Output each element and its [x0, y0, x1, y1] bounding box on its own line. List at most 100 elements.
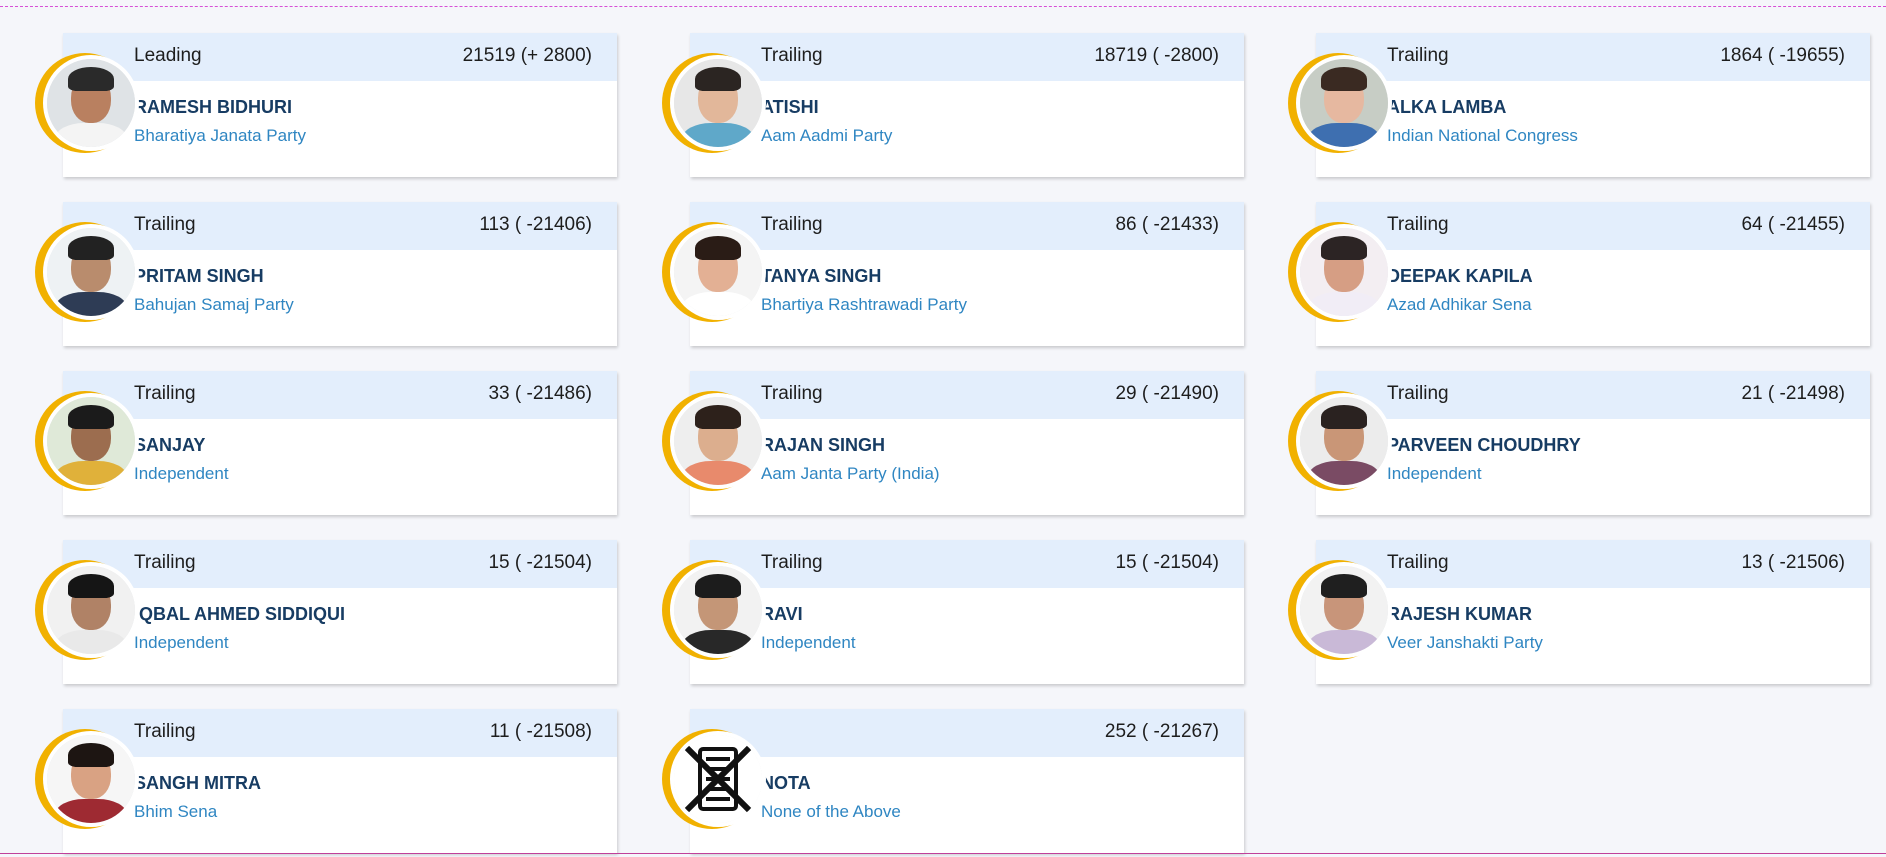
candidate-votes: 15 ( -21504) — [1115, 552, 1219, 573]
avatar-ring — [662, 53, 766, 153]
candidate-photo — [674, 735, 762, 823]
candidate-card-header: Trailing 86 ( -21433) — [690, 202, 1244, 250]
avatar-ring — [1288, 391, 1392, 491]
photo-hair — [1321, 236, 1367, 260]
candidate-votes: 21519 (+ 2800) — [462, 45, 592, 66]
candidate-card[interactable]: Trailing 11 ( -21508) SANGH MITRA Bhim S… — [18, 709, 638, 857]
photo-shoulders — [55, 630, 127, 654]
candidate-status: Trailing — [134, 214, 196, 235]
photo-shoulders — [55, 799, 127, 823]
candidate-avatar — [670, 224, 766, 320]
candidate-card[interactable]: Leading 21519 (+ 2800) RAMESH BIDHURI Bh… — [18, 33, 638, 181]
candidate-status: Leading — [134, 45, 202, 66]
candidate-status: Trailing — [134, 552, 196, 573]
candidate-photo — [47, 566, 135, 654]
candidate-status: Trailing — [1387, 45, 1449, 66]
avatar-ring — [1288, 222, 1392, 322]
candidate-photo — [1300, 59, 1388, 147]
candidate-card-header: Trailing 33 ( -21486) — [63, 371, 617, 419]
candidate-party[interactable]: Independent — [134, 464, 229, 484]
photo-hair — [1321, 67, 1367, 91]
candidate-card[interactable]: Trailing 15 ( -21504) IQBAL AHMED SIDDIQ… — [18, 540, 638, 688]
photo-hair — [695, 405, 741, 429]
candidate-votes: 29 ( -21490) — [1115, 383, 1219, 404]
candidate-card[interactable]: Trailing 18719 ( -2800) ATISHI Aam Aadmi… — [645, 33, 1265, 181]
candidate-avatar — [670, 55, 766, 151]
candidate-party[interactable]: Independent — [1387, 464, 1482, 484]
candidate-party[interactable]: Veer Janshakti Party — [1387, 633, 1543, 653]
photo-hair — [68, 405, 114, 429]
candidate-name[interactable]: IQBAL AHMED SIDDIQUI — [134, 604, 345, 625]
candidate-name[interactable]: PARVEEN CHOUDHRY — [1387, 435, 1581, 456]
candidate-party[interactable]: Independent — [134, 633, 229, 653]
candidate-card[interactable]: Trailing 15 ( -21504) RAVI Independent — [645, 540, 1265, 688]
candidate-party[interactable]: None of the Above — [761, 802, 901, 822]
photo-shoulders — [1308, 123, 1380, 147]
photo-hair — [68, 67, 114, 91]
candidate-card[interactable]: 252 ( -21267) NOTA None of the Above — [645, 709, 1265, 857]
candidate-name[interactable]: RAVI — [761, 604, 803, 625]
candidate-name[interactable]: RAJAN SINGH — [761, 435, 885, 456]
candidate-card[interactable]: Trailing 64 ( -21455) DEEPAK KAPILA Azad… — [1271, 202, 1886, 350]
candidate-name[interactable]: RAJESH KUMAR — [1387, 604, 1532, 625]
candidate-name[interactable]: SANJAY — [134, 435, 205, 456]
candidate-card-body: Trailing 33 ( -21486) SANJAY Independent — [63, 371, 617, 515]
candidate-photo — [1300, 228, 1388, 316]
candidate-avatar — [670, 562, 766, 658]
candidate-card-body: Trailing 15 ( -21504) RAVI Independent — [690, 540, 1244, 684]
candidate-card-header: Trailing 1864 ( -19655) — [1316, 33, 1870, 81]
candidate-card-body: Trailing 18719 ( -2800) ATISHI Aam Aadmi… — [690, 33, 1244, 177]
candidate-card[interactable]: Trailing 21 ( -21498) PARVEEN CHOUDHRY I… — [1271, 371, 1886, 519]
candidate-photo — [1300, 566, 1388, 654]
candidate-name[interactable]: PRITAM SINGH — [134, 266, 264, 287]
avatar-ring — [662, 729, 766, 829]
candidate-avatar — [43, 55, 139, 151]
avatar-ring — [35, 53, 139, 153]
photo-hair — [695, 67, 741, 91]
candidate-name[interactable]: NOTA — [761, 773, 811, 794]
candidate-party[interactable]: Azad Adhikar Sena — [1387, 295, 1532, 315]
photo-hair — [695, 236, 741, 260]
candidate-party[interactable]: Bahujan Samaj Party — [134, 295, 294, 315]
candidate-card[interactable]: Trailing 13 ( -21506) RAJESH KUMAR Veer … — [1271, 540, 1886, 688]
candidate-card[interactable]: Trailing 29 ( -21490) RAJAN SINGH Aam Ja… — [645, 371, 1265, 519]
candidate-card[interactable]: Trailing 1864 ( -19655) ALKA LAMBA India… — [1271, 33, 1886, 181]
candidate-name[interactable]: TANYA SINGH — [761, 266, 881, 287]
candidate-votes: 18719 ( -2800) — [1094, 45, 1219, 66]
candidate-card[interactable]: Trailing 113 ( -21406) PRITAM SINGH Bahu… — [18, 202, 638, 350]
candidate-party[interactable]: Aam Aadmi Party — [761, 126, 892, 146]
candidate-party[interactable]: Bhartiya Rashtrawadi Party — [761, 295, 967, 315]
candidate-name[interactable]: ATISHI — [761, 97, 819, 118]
avatar-ring — [35, 391, 139, 491]
candidate-card-header: Trailing 29 ( -21490) — [690, 371, 1244, 419]
candidate-card-header: Trailing 21 ( -21498) — [1316, 371, 1870, 419]
candidate-photo — [674, 59, 762, 147]
candidate-photo — [1300, 397, 1388, 485]
candidate-party[interactable]: Independent — [761, 633, 856, 653]
candidate-card-body: Trailing 113 ( -21406) PRITAM SINGH Bahu… — [63, 202, 617, 346]
photo-shoulders — [1308, 461, 1380, 485]
candidate-votes: 86 ( -21433) — [1115, 214, 1219, 235]
candidate-avatar — [1296, 55, 1392, 151]
candidate-name[interactable]: ALKA LAMBA — [1387, 97, 1506, 118]
candidate-avatar — [43, 731, 139, 827]
candidate-party[interactable]: Bharatiya Janata Party — [134, 126, 306, 146]
candidate-party[interactable]: Aam Janta Party (India) — [761, 464, 940, 484]
candidate-votes: 113 ( -21406) — [479, 214, 592, 235]
candidate-card-body: Trailing 13 ( -21506) RAJESH KUMAR Veer … — [1316, 540, 1870, 684]
candidate-grid: Leading 21519 (+ 2800) RAMESH BIDHURI Bh… — [0, 0, 1886, 854]
candidate-status: Trailing — [134, 721, 196, 742]
candidate-avatar — [1296, 224, 1392, 320]
candidate-votes: 33 ( -21486) — [488, 383, 592, 404]
candidate-party[interactable]: Indian National Congress — [1387, 126, 1578, 146]
candidate-card[interactable]: Trailing 33 ( -21486) SANJAY Independent — [18, 371, 638, 519]
candidate-card-body: Trailing 15 ( -21504) IQBAL AHMED SIDDIQ… — [63, 540, 617, 684]
candidate-card[interactable]: Trailing 86 ( -21433) TANYA SINGH Bharti… — [645, 202, 1265, 350]
photo-hair — [1321, 405, 1367, 429]
candidate-name[interactable]: RAMESH BIDHURI — [134, 97, 292, 118]
candidate-party[interactable]: Bhim Sena — [134, 802, 217, 822]
candidate-name[interactable]: SANGH MITRA — [134, 773, 261, 794]
candidate-name[interactable]: DEEPAK KAPILA — [1387, 266, 1533, 287]
candidate-photo — [47, 735, 135, 823]
candidate-card-body: Trailing 1864 ( -19655) ALKA LAMBA India… — [1316, 33, 1870, 177]
